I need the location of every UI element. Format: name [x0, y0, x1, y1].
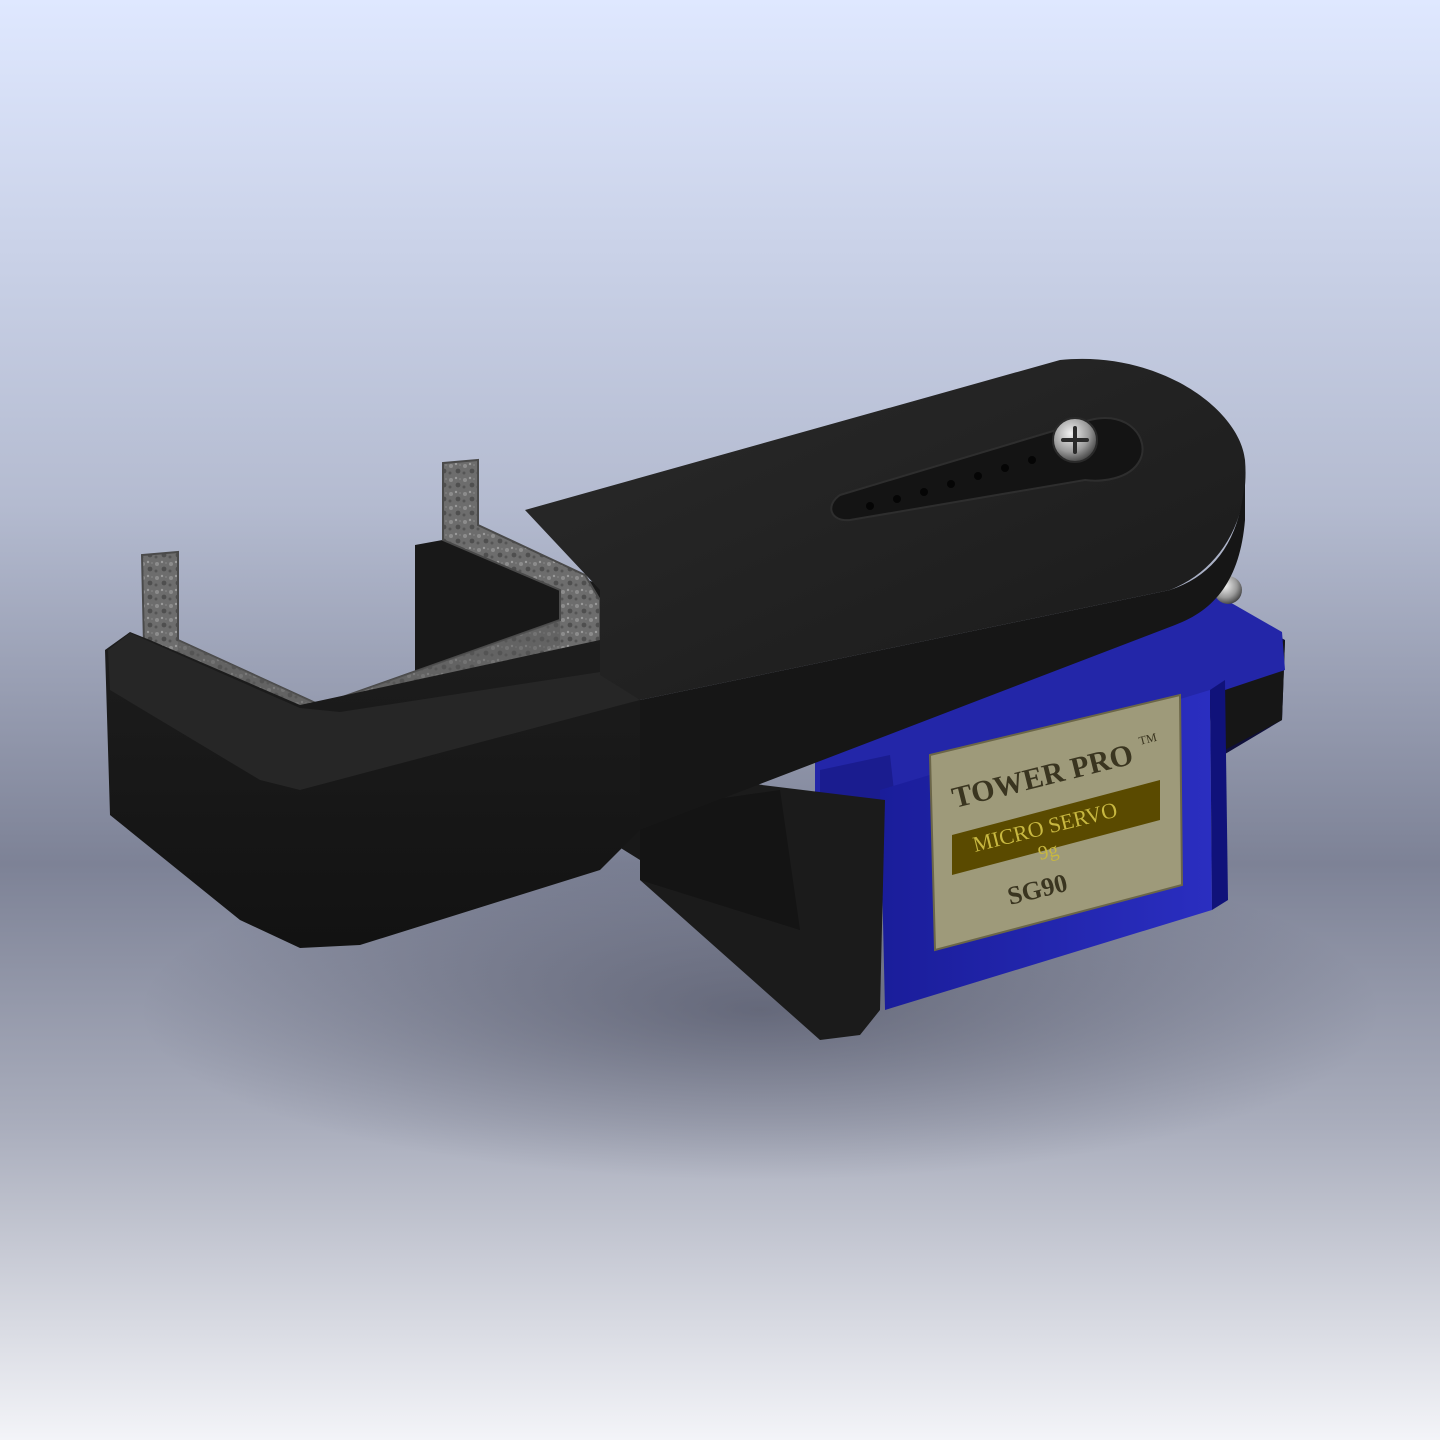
render-canvas: TOWER PRO TM MICRO SERVO 9g SG90 — [0, 0, 1440, 1440]
horn-screw-icon — [1052, 417, 1098, 463]
